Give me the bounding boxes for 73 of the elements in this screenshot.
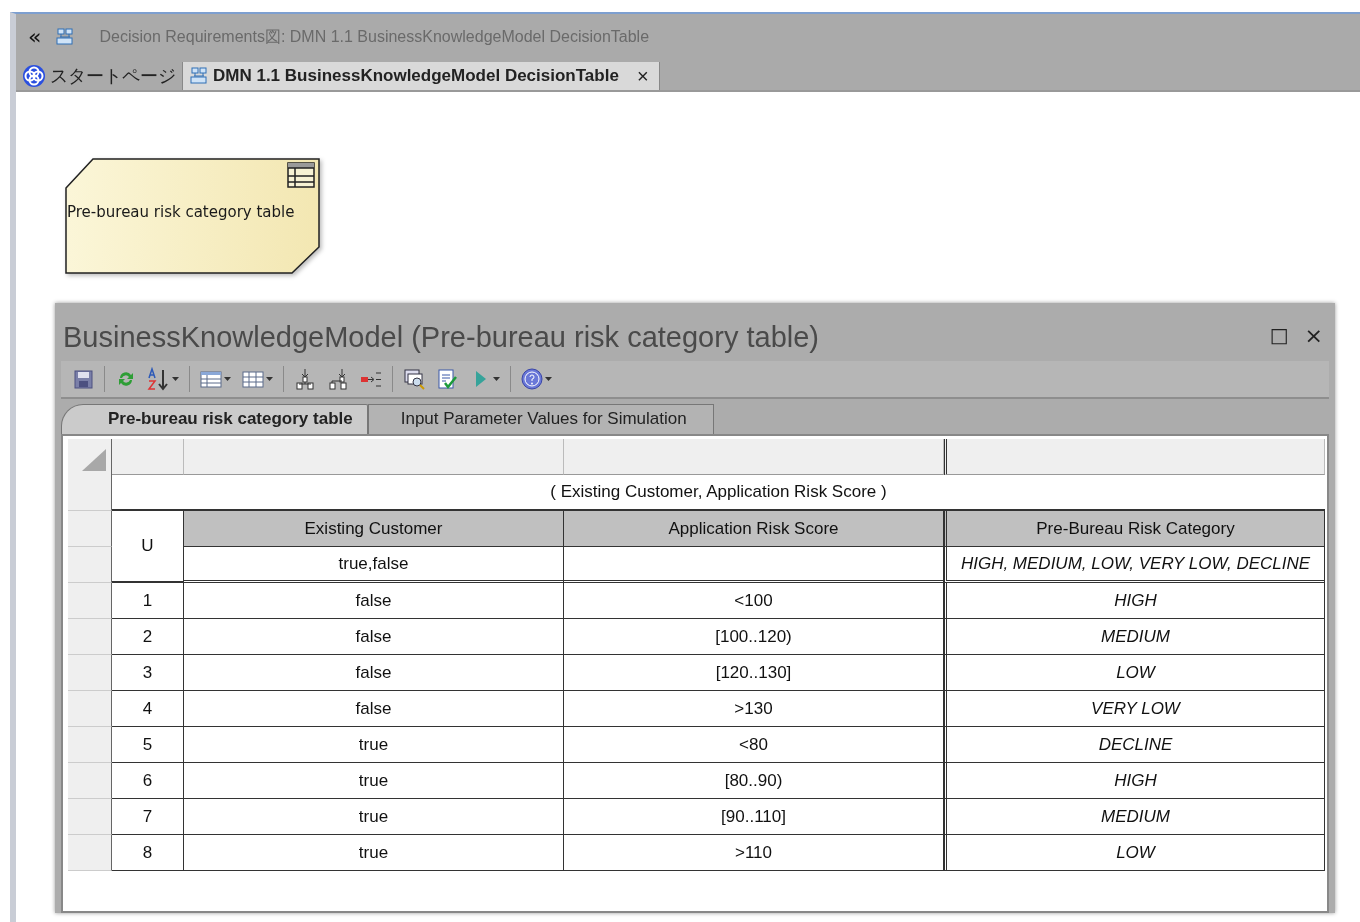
help-icon[interactable] xyxy=(520,367,544,391)
table-icon xyxy=(287,162,315,188)
column-header: Application Risk Score xyxy=(564,511,944,547)
table-cell: false xyxy=(184,691,564,727)
row-header-cell xyxy=(68,655,112,691)
validate-icon[interactable] xyxy=(435,367,459,391)
row-header-cell xyxy=(68,763,112,799)
rule-number: 8 xyxy=(112,835,184,871)
start-page-icon xyxy=(22,64,46,88)
rule-number: 1 xyxy=(112,583,184,619)
row-header-cell xyxy=(68,547,112,583)
table-cell: true xyxy=(184,835,564,871)
row-header-cell xyxy=(68,583,112,619)
table-cell: [100..120) xyxy=(564,619,944,655)
table-cell: MEDIUM xyxy=(944,619,1325,655)
table-cell: >110 xyxy=(564,835,944,871)
allowed-values-cell: HIGH, MEDIUM, LOW, VERY LOW, DECLINE xyxy=(944,547,1325,583)
rule-number: 5 xyxy=(112,727,184,763)
collapse-button[interactable]: « xyxy=(28,26,42,48)
column-header-cell xyxy=(112,439,184,475)
rule-number: 6 xyxy=(112,763,184,799)
row-header-cell xyxy=(68,475,112,511)
sort-icon[interactable] xyxy=(147,367,171,391)
table-cell: HIGH xyxy=(944,583,1325,619)
table-cell: true xyxy=(184,727,564,763)
row-header-cell xyxy=(68,835,112,871)
rule-number: 7 xyxy=(112,799,184,835)
search-icon[interactable] xyxy=(402,367,426,391)
model-node[interactable]: Pre-bureau risk category table xyxy=(65,158,321,274)
table-cell: true xyxy=(184,763,564,799)
table-cell: false xyxy=(184,655,564,691)
panel-title: BusinessKnowledgeModel (Pre-bureau risk category table) xyxy=(63,319,820,354)
diagram-icon xyxy=(55,28,76,46)
rule-number: 4 xyxy=(112,691,184,727)
row-header-cell xyxy=(68,511,112,547)
breadcrumb-text: Decision Requirements図: DMN 1.1 BusinessKnowledgeModel DecisionTable xyxy=(99,26,650,47)
insert-column-icon[interactable] xyxy=(293,367,317,391)
table-cell: MEDIUM xyxy=(944,799,1325,835)
table-cell: <100 xyxy=(564,583,944,619)
rule-number: 2 xyxy=(112,619,184,655)
node-label: Pre-bureau risk category table xyxy=(67,203,295,221)
corner-cell[interactable] xyxy=(68,439,112,477)
document-tab[interactable]: スタートページ xyxy=(20,62,183,90)
table-cell: >130 xyxy=(564,691,944,727)
table-cell: VERY LOW xyxy=(944,691,1325,727)
table-cell: <80 xyxy=(564,727,944,763)
diagram-icon xyxy=(189,67,209,85)
table-cell: LOW xyxy=(944,835,1325,871)
table-tab[interactable]: Input Parameter Values for Simulation xyxy=(367,404,714,434)
table-cell: [120..130] xyxy=(564,655,944,691)
close-button[interactable]: × xyxy=(1304,316,1323,348)
save-icon[interactable] xyxy=(71,367,95,391)
row-header-cell xyxy=(68,691,112,727)
table-cell: false xyxy=(184,619,564,655)
table-cell: HIGH xyxy=(944,763,1325,799)
row-header-cell xyxy=(68,619,112,655)
maximize-button[interactable]: □ xyxy=(1269,317,1289,347)
column-header: Existing Customer xyxy=(184,511,564,547)
insert-column-icon[interactable] xyxy=(326,367,350,391)
table-cell: false xyxy=(184,583,564,619)
rule-number: 3 xyxy=(112,655,184,691)
row-header-cell xyxy=(68,799,112,835)
row-header-cell xyxy=(68,727,112,763)
table-cell: [80..90) xyxy=(564,763,944,799)
column-header: Pre-Bureau Risk Category xyxy=(944,511,1325,547)
document-tab[interactable]: DMN 1.1 BusinessKnowledgeModel DecisionTable × xyxy=(183,62,660,90)
table-cell: [90..110] xyxy=(564,799,944,835)
allowed-values-cell: true,false xyxy=(184,547,564,583)
table-tab[interactable]: Pre-bureau risk category table xyxy=(61,404,368,434)
table-cell: true xyxy=(184,799,564,835)
table-cell: LOW xyxy=(944,655,1325,691)
table-cell: DECLINE xyxy=(944,727,1325,763)
close-tab-button[interactable]: × xyxy=(636,64,649,88)
